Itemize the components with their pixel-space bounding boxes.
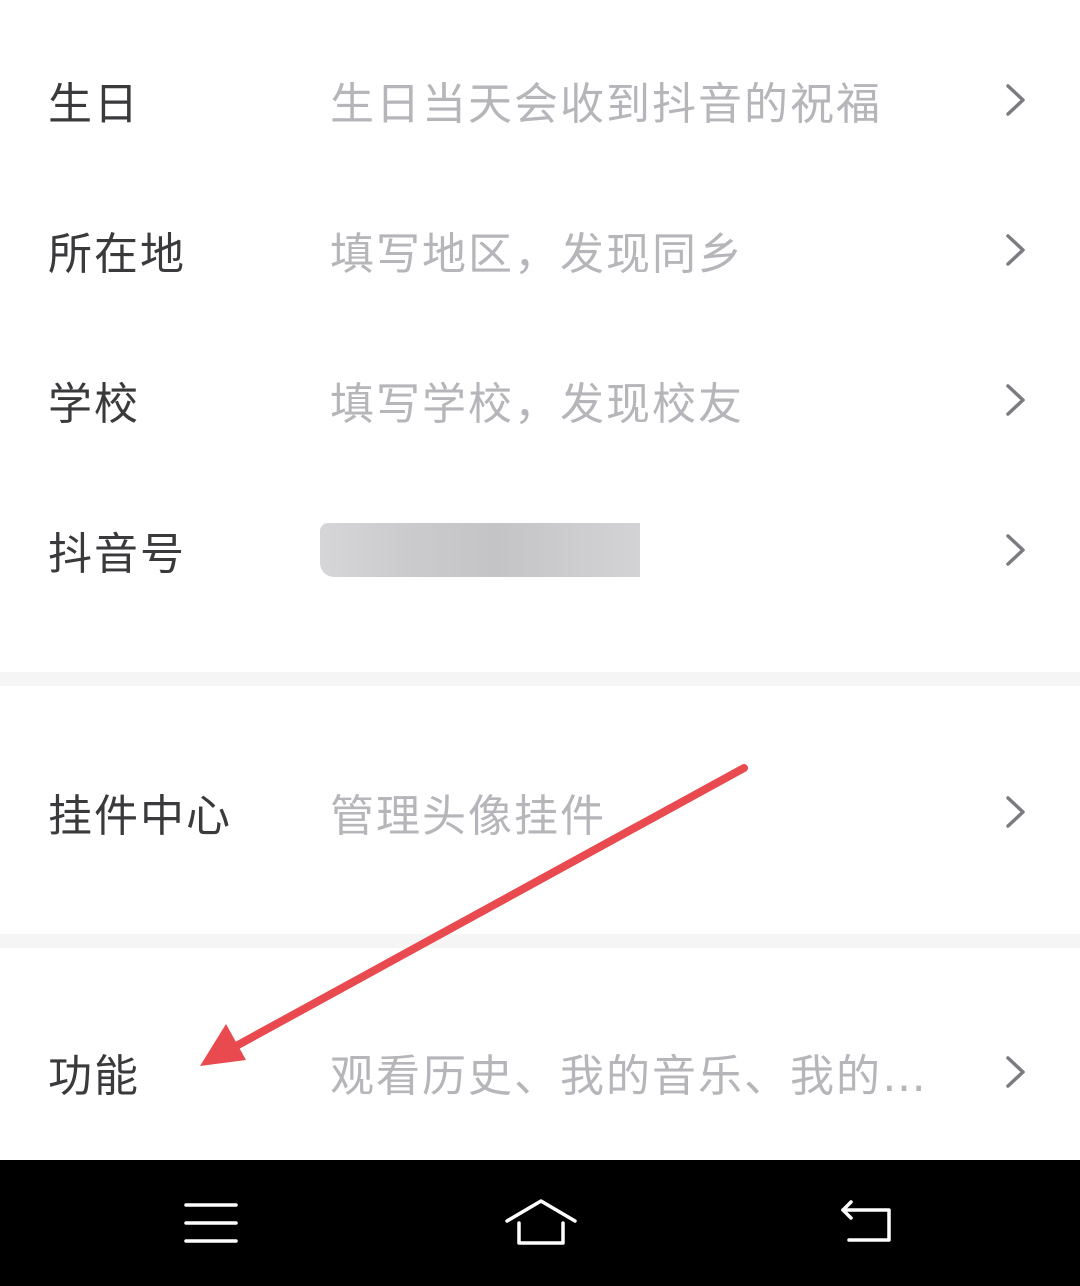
pendant-center-label: 挂件中心	[48, 791, 232, 842]
features-label: 功能	[48, 1051, 140, 1102]
school-row[interactable]: 学校 填写学校，发现校友	[0, 325, 1080, 475]
system-navigation-bar	[0, 1160, 1080, 1286]
birthday-label: 生日	[48, 79, 140, 130]
pendant-center-row[interactable]: 挂件中心 管理头像挂件	[0, 737, 1080, 887]
section-divider	[0, 934, 1080, 948]
menu-icon[interactable]	[166, 1193, 256, 1253]
school-label: 学校	[48, 379, 140, 430]
redacted-douyin-id	[320, 523, 640, 577]
school-value: 填写学校，发现校友	[330, 379, 744, 430]
chevron-right-icon	[998, 233, 1032, 267]
section-divider	[0, 672, 1080, 686]
birthday-row[interactable]: 生日 生日当天会收到抖音的祝福	[0, 25, 1080, 175]
chevron-right-icon	[998, 795, 1032, 829]
chevron-right-icon	[998, 533, 1032, 567]
chevron-right-icon	[998, 83, 1032, 117]
features-value: 观看历史、我的音乐、我的…	[330, 1051, 928, 1102]
location-label: 所在地	[48, 229, 186, 280]
home-icon[interactable]	[496, 1193, 586, 1253]
location-value: 填写地区，发现同乡	[330, 229, 744, 280]
birthday-value: 生日当天会收到抖音的祝福	[330, 79, 882, 130]
chevron-right-icon	[998, 383, 1032, 417]
douyin-id-row[interactable]: 抖音号	[0, 475, 1080, 625]
back-icon[interactable]	[823, 1193, 913, 1253]
features-row[interactable]: 功能 观看历史、我的音乐、我的…	[0, 997, 1080, 1147]
chevron-right-icon	[998, 1055, 1032, 1089]
location-row[interactable]: 所在地 填写地区，发现同乡	[0, 175, 1080, 325]
douyin-id-label: 抖音号	[48, 529, 186, 580]
pendant-center-value: 管理头像挂件	[330, 791, 606, 842]
profile-edit-page: 生日 生日当天会收到抖音的祝福 所在地 填写地区，发现同乡 学校 填写学校，发现…	[0, 0, 1080, 1286]
